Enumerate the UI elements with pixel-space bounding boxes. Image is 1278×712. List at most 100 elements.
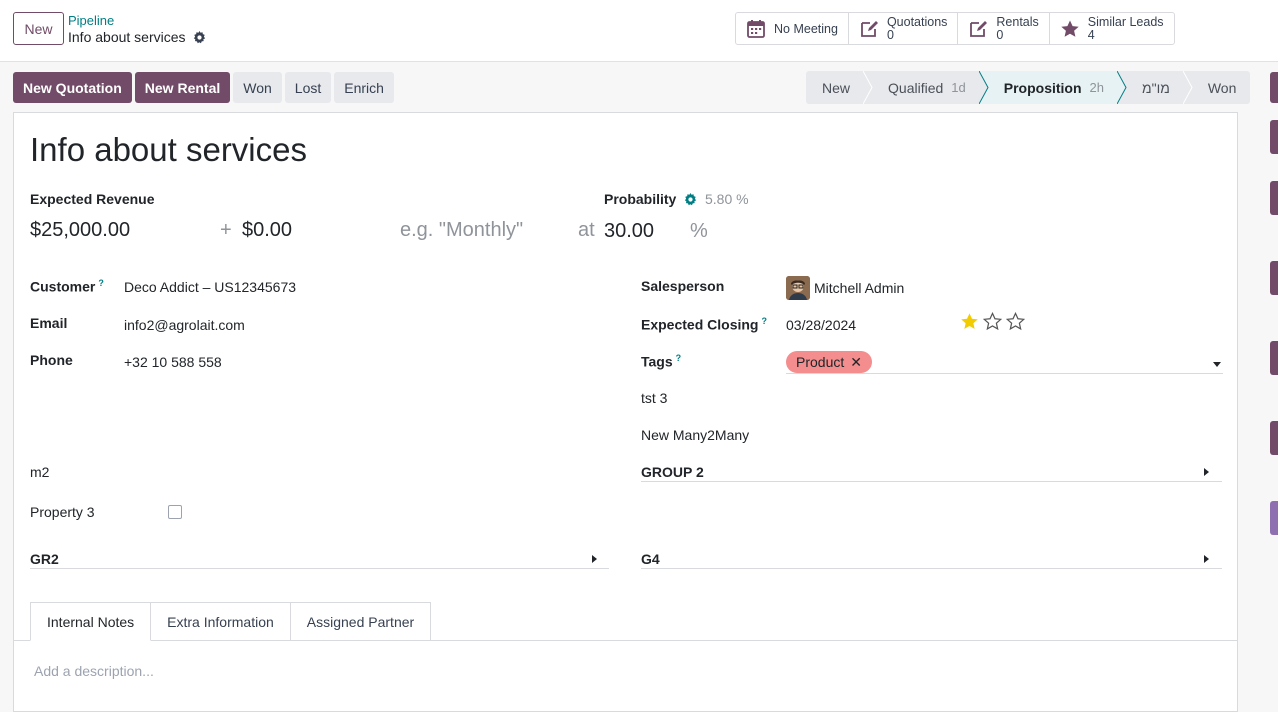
stage-proposition[interactable]: Proposition 2h [979,71,1127,104]
divider [641,481,1222,482]
lost-button[interactable]: Lost [284,72,332,103]
g4-group-header[interactable]: G4 [641,551,660,567]
expected-revenue-label: Expected Revenue [30,191,155,207]
quotations-count: 0 [886,27,894,42]
star-outline-icon[interactable] [983,312,1002,331]
stage-won[interactable]: Won [1184,71,1251,104]
chevron-right-icon [863,71,873,104]
quotations-smart-button[interactable]: Quotations 0 [849,13,959,44]
chatter-button[interactable] [1270,72,1278,103]
caret-right-icon[interactable] [592,555,597,563]
chatter-avatar [1270,181,1278,215]
expected-closing-field[interactable]: 03/28/2024 [786,317,856,333]
breadcrumb-pipeline[interactable]: Pipeline [68,13,114,28]
email-label: Email [30,315,68,331]
chevron-right-icon [978,71,989,104]
rentals-count: 0 [996,27,1004,42]
divider [641,568,1222,569]
plus-sign: + [220,219,232,241]
star-outline-icon[interactable] [1006,312,1025,331]
stage-new[interactable]: New [806,71,873,104]
tag-badge: Product ✕ [786,351,872,373]
recurring-plan-input[interactable]: e.g. "Monthly" [400,219,523,242]
chatter-avatar [1270,501,1278,535]
notebook-tabs: Internal Notes Extra Information Assigne… [30,602,432,641]
tab-extra-information[interactable]: Extra Information [151,602,291,641]
quotations-label: Quotations [886,14,948,29]
gear-icon[interactable] [684,193,697,206]
stage-label: Proposition [1003,79,1082,96]
lead-name-field[interactable]: Info about services [30,131,307,169]
customer-field[interactable]: Deco Addict – US12345673 [124,279,296,295]
property3-checkbox[interactable] [168,505,182,519]
expected-revenue-input[interactable]: $25,000.00 [30,219,130,242]
stage-negotiation[interactable]: מו"מ [1118,71,1193,104]
similar-leads-smart-button[interactable]: Similar Leads 4 [1050,13,1174,44]
stage-label: מו"מ [1142,79,1170,96]
star-filled-icon[interactable] [960,312,979,331]
help-tooltip-icon[interactable]: ? [98,278,104,288]
meeting-label: No Meeting [774,21,838,36]
probability-input[interactable]: 30.00 [604,220,654,243]
edit-document-icon [861,20,878,37]
stage-label: New [822,79,851,96]
phone-field[interactable]: +32 10 588 558 [124,354,222,370]
new-rental-button[interactable]: New Rental [134,72,231,103]
new-record-button[interactable]: New [13,12,64,45]
divider [30,568,609,569]
caret-right-icon[interactable] [1204,555,1209,563]
help-tooltip-icon[interactable]: ? [676,353,682,363]
tab-internal-notes[interactable]: Internal Notes [30,602,152,641]
description-editor[interactable]: Add a description... [34,663,154,679]
gr2-group-header[interactable]: GR2 [30,551,59,567]
help-tooltip-icon[interactable]: ? [761,316,767,326]
calendar-icon [747,19,765,38]
automated-probability: 5.80 % [705,191,749,207]
group2-group-header[interactable]: GROUP 2 [641,464,704,480]
gear-icon[interactable] [193,30,206,44]
smart-buttons: No Meeting Quotations 0 Rentals 0 Similar … [735,12,1175,45]
expected-closing-label: Expected Closing? [641,316,767,333]
close-icon[interactable]: ✕ [850,354,862,371]
new-quotation-button[interactable]: New Quotation [13,72,132,103]
tst3-label: tst 3 [641,390,668,406]
chatter-avatar [1270,120,1278,154]
rentals-label: Rentals [996,14,1039,29]
email-field[interactable]: info2@agrolait.com [124,317,245,333]
rentals-smart-button[interactable]: Rentals 0 [958,13,1050,44]
enrich-button[interactable]: Enrich [334,72,394,103]
priority-widget [960,312,1025,331]
customer-label: Customer? [30,278,104,295]
tag-label: Product [796,354,845,370]
property3-label: Property 3 [30,504,95,520]
probability-label: Probability [604,191,677,207]
tags-label: Tags? [641,353,682,370]
stage-qualified[interactable]: Qualified 1d [864,71,989,104]
chevron-down-icon[interactable] [1213,362,1221,367]
at-label: at [578,219,595,241]
stage-duration: 1d [951,80,966,95]
similar-leads-label: Similar Leads [1087,14,1164,29]
chatter-avatar [1270,261,1278,295]
star-icon [1061,20,1079,37]
avatar [786,276,810,300]
salesperson-field[interactable]: Mitchell Admin [814,280,904,296]
chevron-right-icon [1117,71,1127,104]
breadcrumb-current: Info about services [68,29,206,45]
stage-label: Qualified [888,79,944,96]
chatter-avatar [1270,421,1278,455]
salesperson-label: Salesperson [641,278,725,294]
caret-right-icon[interactable] [1204,468,1209,476]
tab-assigned-partner[interactable]: Assigned Partner [290,602,432,641]
phone-label: Phone [30,352,73,368]
tags-input-underline [786,373,1223,374]
action-bar: New Quotation New Rental Won Lost Enrich [13,72,394,103]
meeting-smart-button[interactable]: No Meeting [736,13,849,44]
stage-label: Won [1207,79,1237,96]
chatter-avatar [1270,341,1278,375]
percent-sign: % [690,220,708,242]
new-many2many-label: New Many2Many [641,427,750,443]
recurring-revenue-input[interactable]: $0.00 [242,219,292,242]
form-sheet: Info about services Expected Revenue $25… [13,112,1238,712]
won-button[interactable]: Won [233,72,282,103]
